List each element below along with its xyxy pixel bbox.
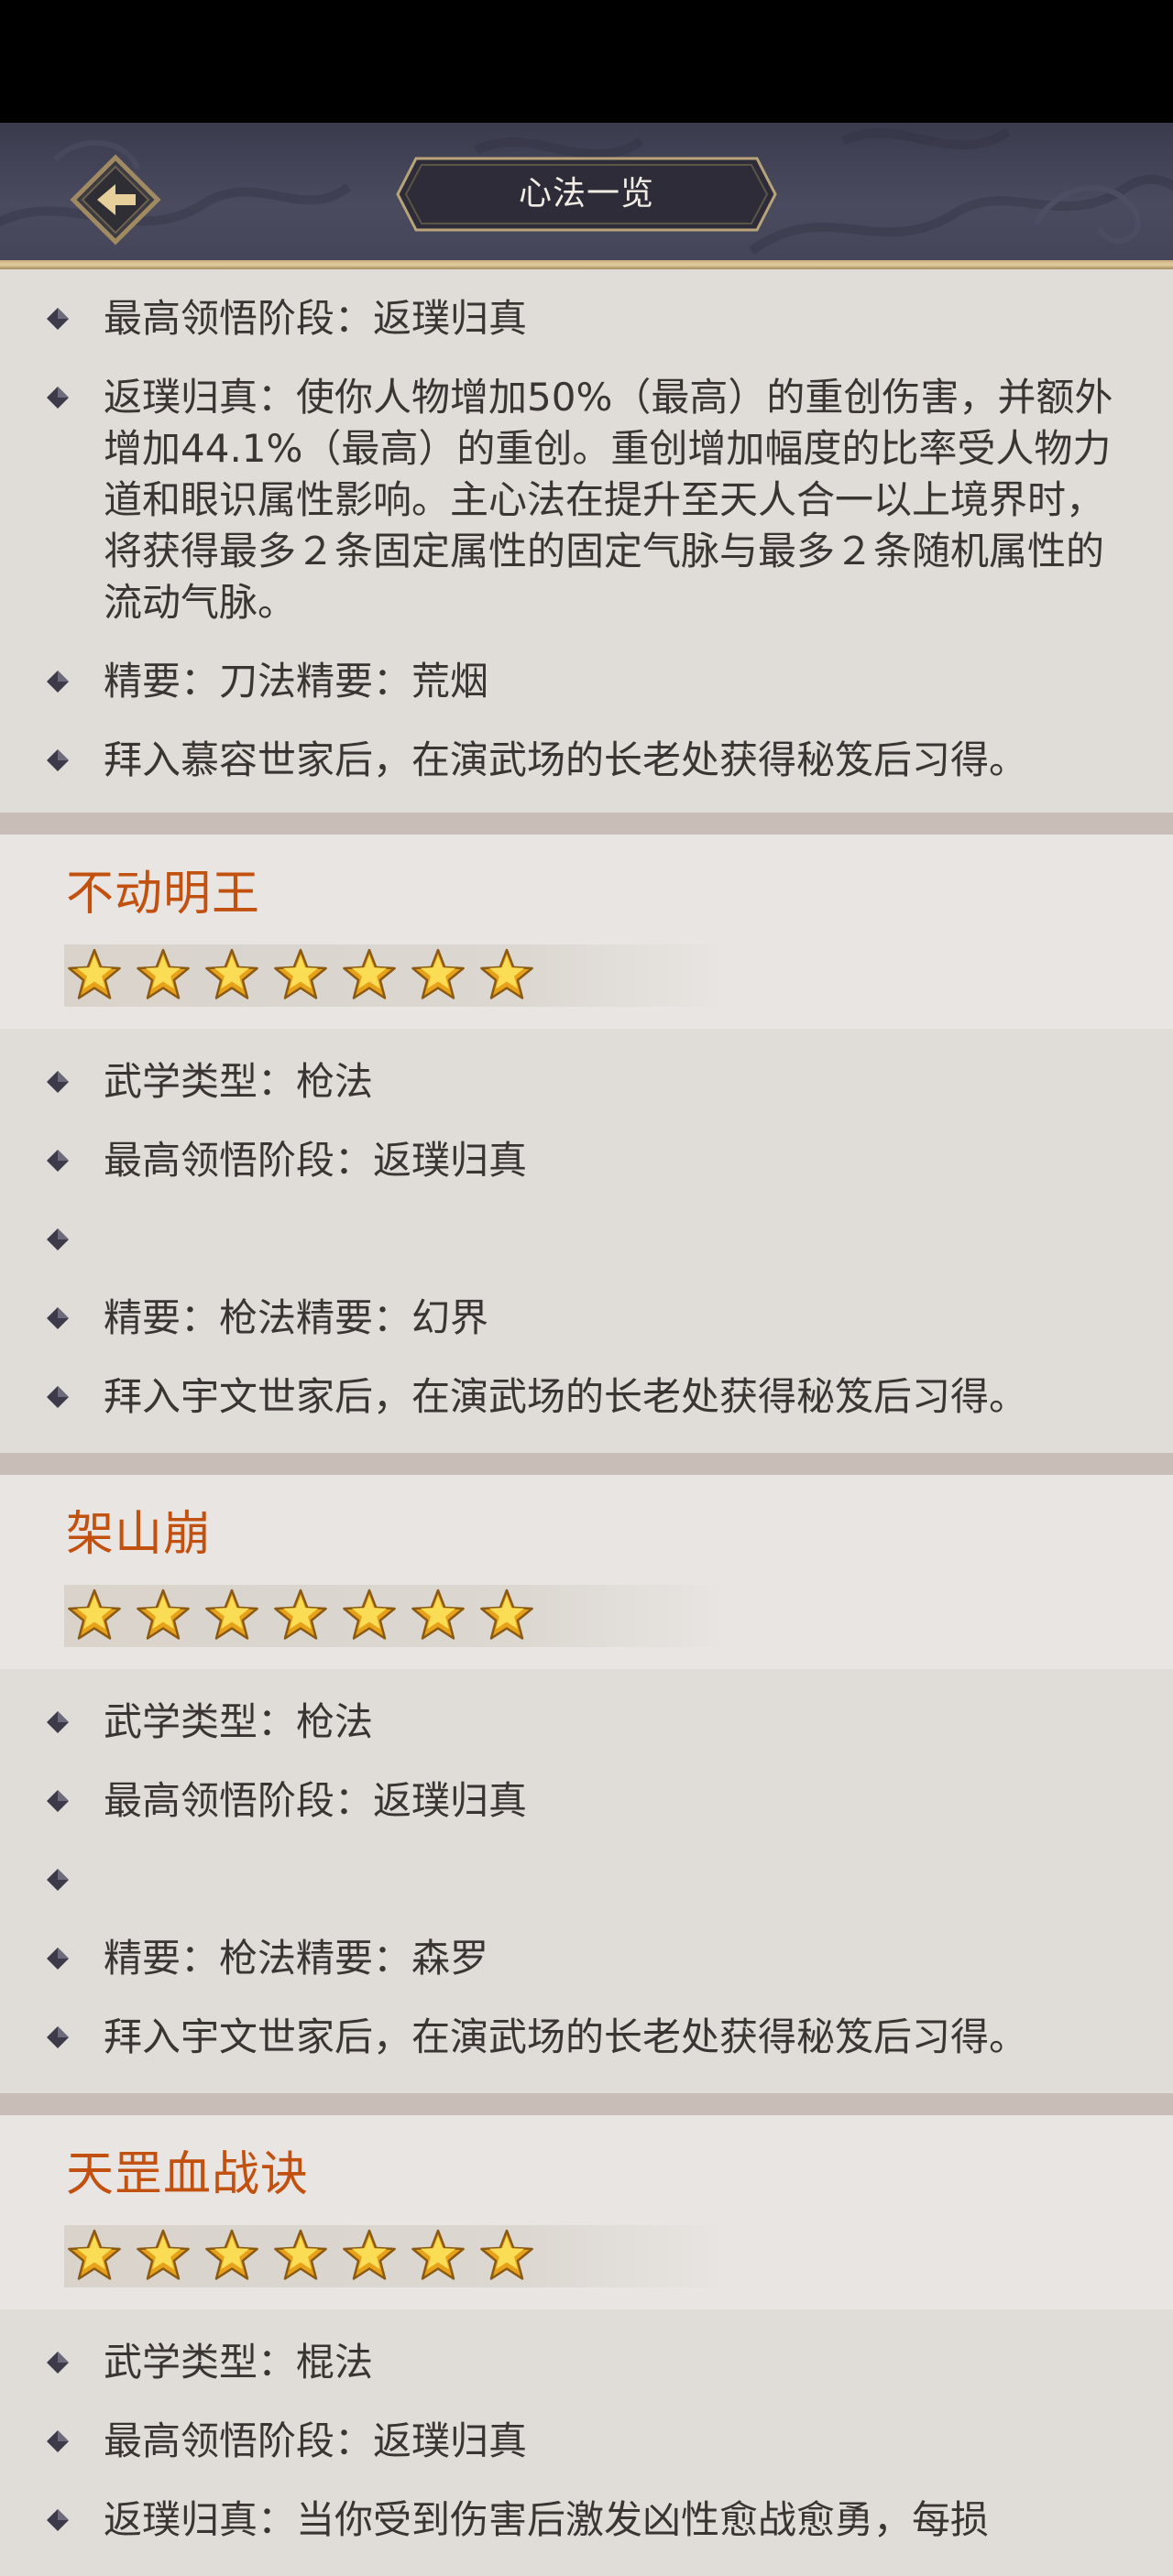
- star-rating: [64, 1585, 724, 1647]
- info-row-text: 最高领悟阶段：返璞归真: [104, 1138, 528, 1183]
- info-row: [0, 1840, 1173, 1919]
- skill-name: 天罡血战诀: [66, 2147, 310, 2202]
- info-row: 武学类型：棍法: [0, 2337, 1173, 2402]
- diamond-bullet-icon: [47, 2026, 69, 2048]
- skill-detail-block: 最高领悟阶段：返璞归真返璞归真：使你人物增加50%（最高）的重创伤害，并额外增加…: [0, 269, 1173, 813]
- diamond-bullet-icon: [47, 1307, 69, 1329]
- star-rating: [64, 944, 724, 1007]
- info-row-text: 武学类型：枪法: [104, 1699, 374, 1744]
- diamond-bullet-icon: [47, 2430, 69, 2452]
- skill-detail-block: 武学类型：棍法最高领悟阶段：返璞归真返璞归真：当你受到伤害后激发凶性愈战愈勇，每…: [0, 2309, 1173, 2576]
- skill-name: 架山崩: [66, 1507, 213, 1562]
- info-row-text: 精要：枪法精要：森罗: [104, 1936, 489, 1981]
- star-icon: [68, 948, 121, 999]
- info-row: 拜入慕容世家后，在演武场的长老处获得秘笈后习得。: [0, 721, 1173, 800]
- section-divider: [0, 2093, 1173, 2115]
- skill-name: 不动明王: [66, 867, 261, 922]
- info-row-text: 最高领悟阶段：返璞归真: [104, 1778, 528, 1823]
- star-icon: [205, 1588, 258, 1640]
- info-row-text: 返璞归真：使你人物增加50%（最高）的重创伤害，并额外增加44.1%（最高）的重…: [104, 375, 1113, 625]
- star-icon: [411, 2229, 465, 2280]
- section-divider: [0, 813, 1173, 835]
- info-row: 返璞归真：使你人物增加50%（最高）的重创伤害，并额外增加44.1%（最高）的重…: [0, 358, 1173, 642]
- info-row-text: 拜入宇文世家后，在演武场的长老处获得秘笈后习得。: [104, 1374, 1028, 1419]
- star-icon: [137, 948, 190, 999]
- star-icon: [274, 2229, 327, 2280]
- info-row-text: 最高领悟阶段：返璞归真: [104, 2418, 528, 2463]
- info-row: 精要：刀法精要：荒烟: [0, 642, 1173, 721]
- info-row: 返璞归真：当你受到伤害后激发凶性愈战愈勇，每损: [0, 2481, 1173, 2560]
- info-row: 拜入宇文世家后，在演武场的长老处获得秘笈后习得。: [0, 1358, 1173, 1436]
- star-icon: [411, 1588, 465, 1640]
- skill-header[interactable]: 不动明王: [0, 835, 1173, 1029]
- diamond-bullet-icon: [47, 671, 69, 693]
- back-button[interactable]: [70, 154, 161, 246]
- info-row-text: 返璞归真：当你受到伤害后激发凶性愈战愈勇，每损: [104, 2497, 990, 2542]
- star-icon: [480, 2229, 533, 2280]
- star-icon: [411, 948, 465, 999]
- star-icon: [274, 948, 327, 999]
- arrow-left-icon: [70, 154, 161, 246]
- info-row: [0, 1200, 1173, 1279]
- section-divider: [0, 1453, 1173, 1475]
- info-row-text: 精要：枪法精要：幻界: [104, 1295, 489, 1340]
- star-icon: [274, 1588, 327, 1640]
- info-row: 精要：枪法精要：幻界: [0, 1279, 1173, 1358]
- diamond-bullet-icon: [47, 2509, 69, 2531]
- star-icon: [480, 1588, 533, 1640]
- star-icon: [137, 1588, 190, 1640]
- diamond-bullet-icon: [47, 1869, 69, 1891]
- info-row: 最高领悟阶段：返璞归真: [0, 1762, 1173, 1840]
- star-icon: [68, 2229, 121, 2280]
- info-row-text: 拜入宇文世家后，在演武场的长老处获得秘笈后习得。: [104, 2014, 1028, 2059]
- info-row: 拜入宇文世家后，在演武场的长老处获得秘笈后习得。: [0, 1998, 1173, 2077]
- skill-detail-block: 武学类型：枪法最高领悟阶段：返璞归真 精要：枪法精要：幻界拜入宇文世家后，在演武场…: [0, 1029, 1173, 1453]
- info-row: 武学类型：枪法: [0, 1697, 1173, 1762]
- diamond-bullet-icon: [47, 749, 69, 771]
- info-row-text: 武学类型：棍法: [104, 2340, 374, 2385]
- info-row: 最高领悟阶段：返璞归真: [0, 1121, 1173, 1200]
- star-rating: [64, 2225, 724, 2287]
- skill-header[interactable]: 架山崩: [0, 1475, 1173, 1669]
- info-row-text: 精要：刀法精要：荒烟: [104, 659, 489, 704]
- diamond-bullet-icon: [47, 1228, 69, 1250]
- info-row-text: 最高领悟阶段：返璞归真: [104, 296, 528, 341]
- star-icon: [205, 948, 258, 999]
- star-icon: [343, 1588, 396, 1640]
- info-row: 最高领悟阶段：返璞归真: [0, 293, 1173, 358]
- info-row: 精要：枪法精要：森罗: [0, 1919, 1173, 1998]
- diamond-bullet-icon: [47, 2352, 69, 2374]
- star-icon: [480, 948, 533, 999]
- skill-header[interactable]: 天罡血战诀: [0, 2115, 1173, 2309]
- star-icon: [68, 1588, 121, 1640]
- diamond-bullet-icon: [47, 1711, 69, 1733]
- star-icon: [343, 948, 396, 999]
- skill-list[interactable]: 最高领悟阶段：返璞归真返璞归真：使你人物增加50%（最高）的重创伤害，并额外增加…: [0, 269, 1173, 2576]
- info-row: 武学类型：枪法: [0, 1056, 1173, 1121]
- star-icon: [343, 2229, 396, 2280]
- status-bar: [0, 0, 1173, 123]
- diamond-bullet-icon: [47, 1790, 69, 1812]
- diamond-bullet-icon: [47, 1386, 69, 1408]
- info-row-text: 武学类型：枪法: [104, 1059, 374, 1104]
- skill-detail-block: 武学类型：枪法最高领悟阶段：返璞归真 精要：枪法精要：森罗拜入宇文世家后，在演武场…: [0, 1669, 1173, 2093]
- diamond-bullet-icon: [47, 387, 69, 409]
- diamond-bullet-icon: [47, 308, 69, 330]
- star-icon: [205, 2229, 258, 2280]
- star-icon: [137, 2229, 190, 2280]
- info-row-text: 拜入慕容世家后，在演武场的长老处获得秘笈后习得。: [104, 737, 1028, 782]
- diamond-bullet-icon: [47, 1948, 69, 1970]
- page-title: 心法一览: [518, 175, 654, 213]
- diamond-bullet-icon: [47, 1071, 69, 1093]
- diamond-bullet-icon: [47, 1150, 69, 1172]
- header-gold-rule: [0, 260, 1173, 269]
- info-row: 最高领悟阶段：返璞归真: [0, 2402, 1173, 2481]
